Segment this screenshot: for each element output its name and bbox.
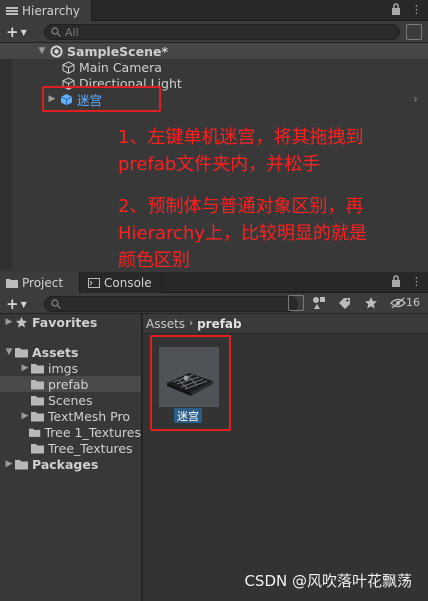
chevron-right-icon: › (189, 318, 194, 329)
tab-hierarchy-label: Hierarchy (22, 3, 81, 18)
scene-name: SampleScene* (67, 43, 168, 59)
chevron-right-icon[interactable]: › (413, 92, 418, 106)
console-icon (88, 277, 100, 288)
tab-console[interactable]: Console (82, 272, 162, 293)
hierarchy-item-label: Main Camera (79, 59, 162, 75)
add-button[interactable]: + ▼ (6, 23, 27, 41)
expand-arrow-icon[interactable]: ▶ (3, 459, 15, 469)
annotation-line-5: 颜色区别 (118, 250, 190, 271)
folder-icon (31, 411, 44, 421)
breadcrumb: Assets › prefab (143, 314, 428, 334)
tree-item-label: Packages (32, 456, 99, 472)
filter-by-type-icon[interactable] (312, 296, 326, 310)
folder-icon (31, 363, 44, 373)
annotation-line-4: Hierarchy上，比较明显的就是 (118, 223, 368, 244)
hierarchy-tabbar: Hierarchy ⋮ (0, 0, 428, 21)
tree-item-label: Favorites (32, 314, 98, 330)
filter-by-label-icon[interactable] (338, 296, 352, 310)
hierarchy-item-main-camera[interactable]: Main Camera (0, 59, 428, 75)
tree-item-label: Scenes (48, 392, 93, 408)
tree-item-scenes[interactable]: Scenes (0, 392, 141, 408)
tree-item-label: Tree_Textures (48, 440, 133, 456)
tree-item-favorites[interactable]: ▶ Favorites (0, 314, 141, 330)
tree-item-prefab[interactable]: prefab (0, 376, 141, 392)
hidden-packages-eye-icon[interactable] (390, 297, 406, 309)
gameobject-cube-icon (62, 60, 75, 74)
scene-row[interactable]: ▼ SampleScene* (0, 43, 428, 59)
tree-item-imgs[interactable]: ▶ imgs (0, 360, 141, 376)
expand-arrow-icon[interactable]: ▼ (36, 46, 48, 56)
folder-icon (6, 278, 18, 288)
star-icon (15, 316, 28, 328)
hierarchy-toolbar: + ▼ All (0, 21, 428, 43)
hierarchy-search-input[interactable]: All (44, 24, 400, 40)
project-tabbar: Project Console ⋮ (0, 272, 428, 293)
project-search-input[interactable] (44, 296, 298, 312)
search-icon (51, 299, 61, 309)
more-options-icon[interactable]: ⋮ (411, 275, 422, 288)
project-toolbar: + ▼ 16 (0, 293, 428, 314)
folder-icon (15, 459, 28, 469)
list-icon (6, 6, 18, 15)
more-options-icon[interactable]: ⋮ (411, 3, 422, 16)
chevron-down-icon: ▼ (20, 28, 27, 37)
tree-item-label: prefab (48, 376, 89, 392)
annotation-box-asset (150, 335, 231, 431)
hierarchy-search-placeholder: All (65, 25, 79, 39)
tree-item-packages[interactable]: ▶ Packages (0, 456, 141, 472)
tree-item-label: Tree 1_Textures (44, 424, 142, 440)
search-by-type-button[interactable] (288, 295, 304, 311)
folder-icon (31, 395, 44, 405)
folder-icon (31, 443, 44, 453)
chevron-down-icon: ▼ (20, 300, 27, 309)
folder-icon (31, 379, 44, 389)
tree-item-label: Assets (32, 344, 79, 360)
star-icon[interactable] (364, 296, 378, 310)
tree-item-assets[interactable]: ▼ Assets (0, 344, 141, 360)
visible-count: 16 (406, 296, 420, 309)
create-button[interactable]: + ▼ (6, 295, 27, 313)
annotation-box-hierarchy (42, 86, 161, 112)
annotation-line-3: 2、预制体与普通对象区别，再 (118, 196, 364, 217)
search-by-type-button[interactable] (406, 24, 422, 40)
search-icon (51, 27, 61, 37)
tab-project[interactable]: Project (0, 272, 80, 293)
project-tab-tools: ⋮ (391, 275, 422, 288)
tree-item-textmesh-pro[interactable]: ▶ TextMesh Pro (0, 408, 141, 424)
expand-arrow-icon[interactable]: ▶ (19, 411, 31, 421)
tab-console-label: Console (104, 275, 152, 290)
tab-project-label: Project (22, 275, 64, 290)
watermark: CSDN @风吹落叶花飘荡 (244, 572, 412, 590)
breadcrumb-prefab[interactable]: prefab (197, 317, 242, 331)
expand-arrow-icon[interactable]: ▼ (3, 347, 15, 357)
annotation-line-2: prefab文件夹内，并松手 (118, 154, 321, 175)
folder-icon (29, 428, 41, 437)
annotation-line-1: 1、左键单机迷宫，将其拖拽到 (118, 127, 364, 148)
tree-item-label: imgs (48, 360, 79, 376)
expand-arrow-icon[interactable]: ▶ (19, 363, 31, 373)
folder-open-icon (15, 347, 28, 357)
tab-hierarchy[interactable]: Hierarchy (0, 0, 92, 21)
lock-icon[interactable] (391, 3, 401, 15)
breadcrumb-assets[interactable]: Assets (146, 317, 185, 331)
unity-scene-icon (50, 45, 63, 57)
expand-arrow-icon[interactable]: ▶ (3, 317, 15, 327)
tree-item-label: TextMesh Pro (48, 408, 130, 424)
tree-item-tree-textures[interactable]: Tree_Textures (0, 440, 141, 456)
lock-icon[interactable] (391, 275, 401, 287)
hierarchy-tab-tools: ⋮ (391, 3, 422, 16)
tree-item-tree1-textures[interactable]: Tree 1_Textures (0, 424, 141, 440)
